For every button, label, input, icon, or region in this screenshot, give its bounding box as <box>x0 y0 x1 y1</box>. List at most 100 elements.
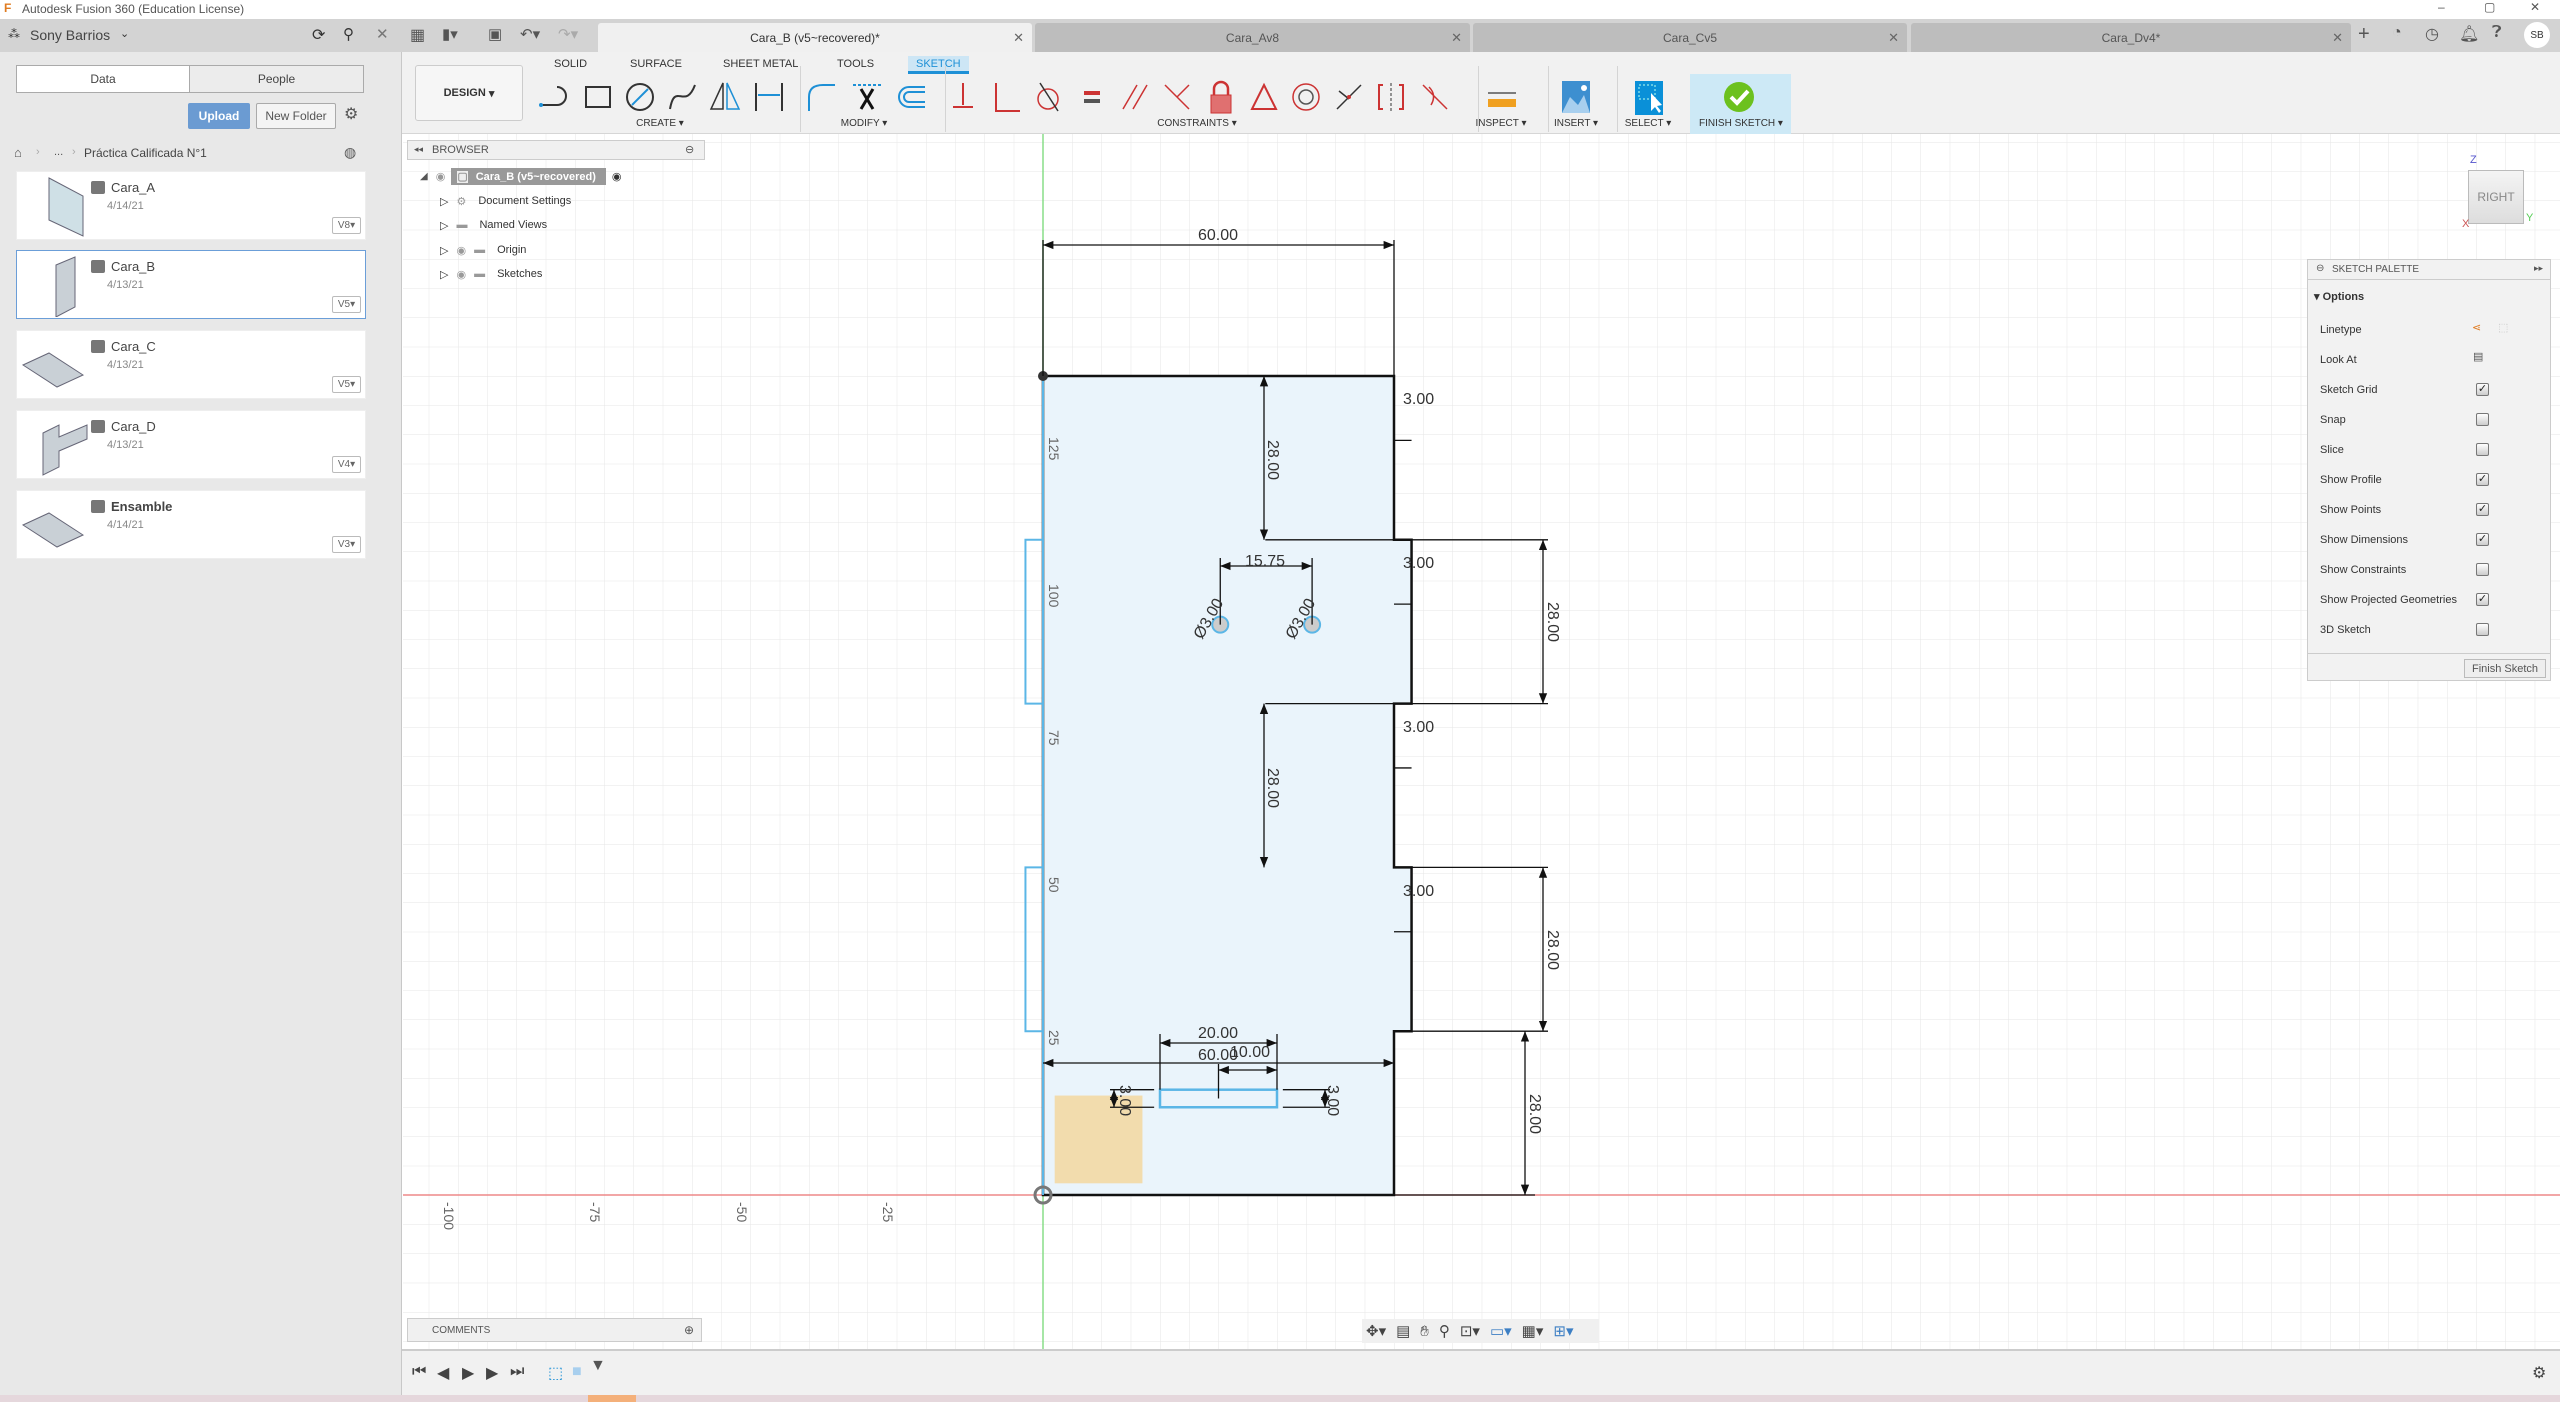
close-panel-icon[interactable]: ✕ <box>376 25 389 43</box>
eye-icon[interactable]: ◉ <box>456 268 466 281</box>
timeline-marker-icon[interactable]: ▼ <box>590 1357 606 1375</box>
tab-sketch[interactable]: SKETCH <box>908 56 969 74</box>
new-tab-icon[interactable]: + <box>2358 23 2370 46</box>
expand-triangle-icon[interactable]: ▷ <box>440 268 448 281</box>
select-menu[interactable]: SELECT ▾ <box>1625 118 1672 129</box>
fix-lock-icon[interactable] <box>1203 79 1239 115</box>
fillet-icon[interactable] <box>803 79 839 115</box>
concentric-circles-icon[interactable] <box>1288 79 1324 115</box>
user-selector[interactable]: Sony Barrios <box>30 27 110 43</box>
timeline-extrude-icon[interactable]: ■ <box>572 1363 582 1381</box>
checkbox[interactable]: ✓ <box>2476 473 2489 486</box>
browser-item-named-views[interactable]: ▷ ▬ Named Views <box>440 215 547 235</box>
options-section-toggle[interactable]: ▾ Options <box>2314 290 2364 303</box>
spline-icon[interactable] <box>665 79 701 115</box>
coincident-icon[interactable] <box>945 79 981 115</box>
circle-icon[interactable] <box>622 79 658 115</box>
version-dropdown[interactable]: V8 ▾ <box>332 217 361 234</box>
upload-button[interactable]: Upload <box>188 103 250 129</box>
timeline-settings-icon[interactable]: ⚙ <box>2532 1363 2546 1383</box>
expand-triangle-icon[interactable]: ▷ <box>440 244 448 257</box>
expand-triangle-icon[interactable]: ▷ <box>440 195 448 208</box>
eye-icon[interactable]: ◉ <box>436 170 446 183</box>
bell-icon[interactable]: 🔔︎ <box>2459 24 2479 44</box>
line-icon[interactable] <box>537 79 573 115</box>
finish-sketch-palette-button[interactable]: Finish Sketch <box>2464 659 2546 678</box>
minus-circle-icon[interactable]: ⊖ <box>2316 263 2324 274</box>
canvas-viewport[interactable] <box>403 134 2560 1349</box>
play-icon[interactable]: ▶ <box>462 1363 474 1383</box>
dimension-icon[interactable] <box>751 79 787 115</box>
browser-root[interactable]: ◢ ◉ ▢ Cara_B (v5~recovered) ◉ <box>420 166 621 186</box>
step-back-icon[interactable]: ◀ <box>437 1363 449 1383</box>
expand-palette-icon[interactable]: ▸▸ <box>2534 263 2543 274</box>
file-card-ensamble[interactable]: Ensamble 4/14/21 V3 ▾ <box>16 490 366 559</box>
save-icon[interactable]: ▣ <box>488 25 502 43</box>
help-icon[interactable]: ❓︎ <box>2492 24 2502 42</box>
activate-radio-icon[interactable]: ◉ <box>612 170 622 183</box>
grid-settings-icon[interactable]: ▦▾ <box>1522 1322 1544 1340</box>
expanded-triangle-icon[interactable]: ◢ <box>420 171 428 182</box>
component-label[interactable]: ▢ Cara_B (v5~recovered) <box>451 167 606 185</box>
browser-item-sketches[interactable]: ▷ ◉ ▬ Sketches <box>440 264 542 284</box>
mirror-icon[interactable] <box>707 79 743 115</box>
job-status-icon[interactable]: ◔ <box>2392 24 2402 42</box>
select-icon[interactable] <box>1631 79 1667 115</box>
close-window-button[interactable]: ✕ <box>2530 0 2540 14</box>
tab-sheet-metal[interactable]: SHEET METAL <box>715 56 806 74</box>
go-to-end-icon[interactable]: ⏭︎ <box>510 1363 524 1381</box>
inspect-menu[interactable]: INSPECT ▾ <box>1476 118 1527 129</box>
restore-button[interactable]: ▢ <box>2484 0 2495 14</box>
go-to-start-icon[interactable]: ⏮︎ <box>412 1363 426 1381</box>
pan-hand-icon[interactable]: ✋︎ <box>1420 1323 1429 1340</box>
eye-icon[interactable]: ◉ <box>456 244 466 257</box>
create-menu[interactable]: CREATE ▾ <box>636 118 684 129</box>
step-forward-icon[interactable]: ▶ <box>486 1363 498 1383</box>
symmetry-icon[interactable] <box>1373 79 1409 115</box>
close-tab-icon[interactable]: ✕ <box>1888 30 1899 46</box>
look-at-icon[interactable]: ▤ <box>1396 1322 1410 1340</box>
avatar[interactable]: SB <box>2524 22 2550 48</box>
zoom-icon[interactable]: ⚲ <box>1439 1322 1450 1340</box>
browser-item-document-settings[interactable]: ▷ ⚙ Document Settings <box>440 191 571 211</box>
checkbox[interactable]: ✓ <box>2476 383 2489 396</box>
centerline-linetype-icon[interactable]: ⬚ <box>2498 321 2508 334</box>
tab-solid[interactable]: SOLID <box>546 56 595 74</box>
browser-item-origin[interactable]: ▷ ◉ ▬ Origin <box>440 240 526 260</box>
clock-icon[interactable]: ◷ <box>2425 24 2439 44</box>
tab-cara-d[interactable]: Cara_Dv4* ✕ <box>1911 23 2351 52</box>
workspace-dropdown[interactable]: DESIGN ▾ <box>415 65 523 121</box>
finish-sketch-menu[interactable]: FINISH SKETCH ▾ <box>1699 118 1783 129</box>
constraints-menu[interactable]: CONSTRAINTS ▾ <box>1157 118 1236 129</box>
add-comment-icon[interactable]: ⊕ <box>684 1323 694 1337</box>
search-icon[interactable]: ⚲ <box>343 25 354 43</box>
checkbox[interactable]: ✓ <box>2476 533 2489 546</box>
equal-icon[interactable] <box>1074 79 1110 115</box>
version-dropdown[interactable]: V5 ▾ <box>332 296 361 313</box>
tab-cara-c[interactable]: Cara_Cv5 ✕ <box>1473 23 1907 52</box>
checkbox[interactable]: ✓ <box>2476 593 2489 606</box>
trim-icon[interactable] <box>849 79 885 115</box>
insert-image-icon[interactable] <box>1558 79 1594 115</box>
viewcube[interactable]: RIGHT <box>2468 170 2524 224</box>
finish-sketch-check-icon[interactable] <box>1721 79 1757 115</box>
coincident-point-icon[interactable] <box>1331 79 1367 115</box>
undo-icon[interactable]: ↶▾ <box>520 25 540 43</box>
close-tab-icon[interactable]: ✕ <box>1013 30 1024 46</box>
collapse-browser-icon[interactable]: ◂◂ <box>414 144 423 155</box>
measure-icon[interactable] <box>1484 79 1520 115</box>
breadcrumb-ellipsis[interactable]: ... <box>54 146 63 158</box>
look-at-icon[interactable]: ▤ <box>2473 350 2483 363</box>
refresh-icon[interactable]: ⟳ <box>312 25 325 45</box>
viewports-icon[interactable]: ⊞▾ <box>1553 1322 1573 1340</box>
orbit-icon[interactable]: ✥▾ <box>1366 1322 1386 1340</box>
expand-triangle-icon[interactable]: ▷ <box>440 219 448 232</box>
offset-icon[interactable] <box>893 79 929 115</box>
file-card-cara-b[interactable]: Cara_B 4/13/21 V5 ▾ <box>16 250 366 319</box>
checkbox[interactable] <box>2476 623 2489 636</box>
parallel-icon[interactable] <box>1117 79 1153 115</box>
midpoint-icon[interactable] <box>1246 79 1282 115</box>
tab-tools[interactable]: TOOLS <box>829 56 882 74</box>
version-dropdown[interactable]: V5 ▾ <box>332 376 361 393</box>
grid-menu-icon[interactable]: ▦ <box>410 25 425 45</box>
